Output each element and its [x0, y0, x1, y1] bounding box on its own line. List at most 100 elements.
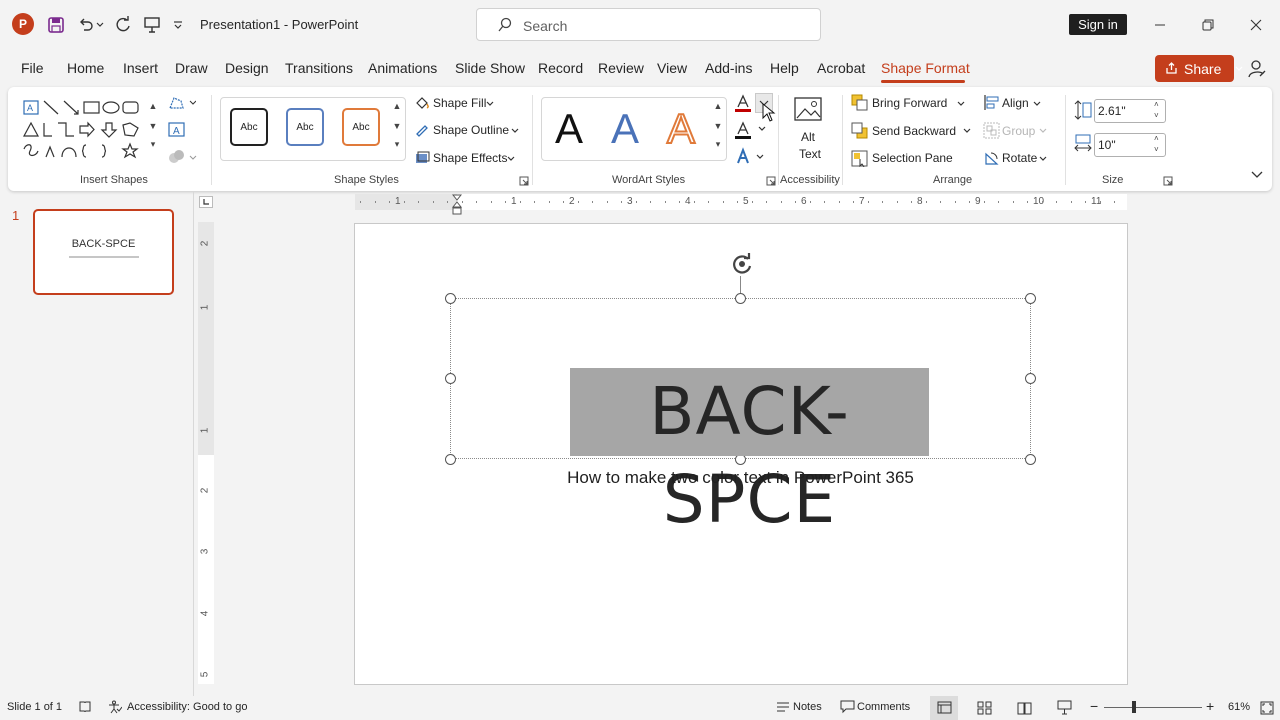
indent-marker-icon[interactable] — [452, 194, 462, 216]
bring-forward-icon[interactable] — [851, 94, 868, 111]
tab-home[interactable]: Home — [67, 60, 104, 76]
search-box[interactable]: Search — [476, 8, 821, 41]
rotate-chevron-down-icon[interactable] — [1039, 156, 1047, 162]
slide-subtitle-text[interactable]: How to make two color text in PowerPoint… — [450, 468, 1031, 488]
resize-handle-top-right[interactable] — [1025, 293, 1036, 304]
wordart-scroll[interactable]: ▲ ▼ ▾ — [711, 97, 725, 161]
height-spinner-icon[interactable]: ˄ ˅ — [1154, 99, 1159, 121]
selection-pane-button[interactable]: Selection Pane — [872, 151, 953, 165]
save-icon[interactable] — [44, 13, 68, 37]
notes-icon[interactable] — [776, 701, 790, 713]
tab-help[interactable]: Help — [770, 60, 799, 76]
redo-icon[interactable] — [111, 13, 135, 37]
selection-pane-icon[interactable] — [851, 150, 868, 167]
shape-fill-chevron-down-icon[interactable] — [486, 101, 494, 107]
rotate-handle-icon[interactable] — [729, 251, 755, 277]
shape-effects-button[interactable]: Shape Effects — [433, 151, 508, 165]
slide-thumbnail[interactable]: BACK-SPCE — [33, 209, 174, 295]
resize-handle-top[interactable] — [735, 293, 746, 304]
minimize-icon[interactable] — [1148, 13, 1172, 37]
present-from-beginning-icon[interactable] — [140, 13, 164, 37]
send-backward-button[interactable]: Send Backward — [872, 124, 956, 138]
tab-add-ins[interactable]: Add-ins — [705, 60, 752, 76]
notes-button[interactable]: Notes — [793, 701, 822, 713]
rotate-icon[interactable] — [983, 150, 1000, 167]
wordart-style-orange-outline[interactable]: A — [666, 104, 696, 153]
close-icon[interactable] — [1244, 13, 1268, 37]
tab-file[interactable]: File — [21, 60, 44, 76]
text-outline-icon[interactable] — [733, 120, 753, 140]
shape-effects-chevron-down-icon[interactable] — [507, 156, 515, 162]
tab-draw[interactable]: Draw — [175, 60, 208, 76]
slide-sorter-view-icon[interactable] — [977, 701, 992, 715]
normal-view-button[interactable] — [930, 696, 958, 720]
shape-effects-icon[interactable] — [414, 150, 430, 166]
spelling-check-icon[interactable] — [78, 700, 92, 714]
text-outline-chevron-down-icon[interactable] — [758, 126, 766, 132]
coauthor-icon[interactable] — [1247, 59, 1267, 79]
tab-shape-format[interactable]: Shape Format — [881, 60, 970, 76]
zoom-slider-thumb[interactable] — [1131, 701, 1136, 713]
share-chevron-down-icon[interactable] — [1235, 66, 1243, 72]
size-dialog-launcher-icon[interactable] — [1163, 176, 1173, 186]
shape-style-blue[interactable]: Abc — [286, 108, 324, 146]
wordart-style-black[interactable]: A — [555, 105, 583, 153]
shape-styles-scroll[interactable]: ▲ ▼ ▾ — [390, 97, 404, 161]
sign-in-button[interactable]: Sign in — [1069, 14, 1127, 35]
slide-title-text[interactable]: BACK-SPCE — [570, 368, 929, 538]
wordart-dialog-launcher-icon[interactable] — [766, 176, 776, 186]
align-icon[interactable] — [983, 94, 1000, 111]
align-button[interactable]: Align — [1002, 96, 1029, 110]
resize-handle-bottom-right[interactable] — [1025, 454, 1036, 465]
shape-style-orange[interactable]: Abc — [342, 108, 380, 146]
tab-transitions[interactable]: Transitions — [285, 60, 353, 76]
collapse-ribbon-chevron-down-icon[interactable] — [1251, 171, 1263, 179]
tab-acrobat[interactable]: Acrobat — [817, 60, 865, 76]
comments-icon[interactable] — [840, 700, 855, 714]
slide-show-view-icon[interactable] — [1057, 700, 1072, 715]
shape-outline-button[interactable]: Shape Outline — [433, 123, 509, 137]
resize-handle-bottom-left[interactable] — [445, 454, 456, 465]
shape-outline-icon[interactable] — [414, 122, 430, 138]
wordart-style-blue[interactable]: A — [611, 105, 639, 153]
fit-to-window-icon[interactable] — [1260, 701, 1274, 715]
merge-shapes-icon[interactable] — [168, 149, 198, 165]
width-spinner-icon[interactable]: ˄ ˅ — [1154, 133, 1159, 155]
align-chevron-down-icon[interactable] — [1033, 101, 1041, 107]
shape-fill-button[interactable]: Shape Fill — [433, 96, 486, 110]
tab-selector-icon[interactable] — [199, 196, 213, 208]
resize-handle-left[interactable] — [445, 373, 456, 384]
undo-dropdown-chevron-down-icon[interactable] — [93, 13, 107, 37]
alt-text-icon[interactable] — [793, 96, 825, 126]
slide-counter[interactable]: Slide 1 of 1 — [7, 701, 62, 713]
tab-review[interactable]: Review — [598, 60, 644, 76]
shape-style-black[interactable]: Abc — [230, 108, 268, 146]
accessibility-status[interactable]: Accessibility: Good to go — [127, 701, 247, 713]
restore-icon[interactable] — [1196, 13, 1220, 37]
zoom-out-icon[interactable]: − — [1090, 698, 1098, 714]
send-backward-icon[interactable] — [851, 122, 868, 139]
resize-handle-top-left[interactable] — [445, 293, 456, 304]
panel-divider[interactable] — [193, 192, 194, 696]
rotate-button[interactable]: Rotate — [1002, 151, 1037, 165]
shapes-gallery[interactable]: A — [22, 99, 152, 161]
share-button[interactable]: Share — [1155, 55, 1243, 82]
shape-styles-dialog-launcher-icon[interactable] — [519, 176, 529, 186]
send-backward-chevron-down-icon[interactable] — [963, 128, 971, 134]
tab-insert[interactable]: Insert — [123, 60, 158, 76]
shape-outline-chevron-down-icon[interactable] — [511, 128, 519, 134]
alt-text-label-line2[interactable]: Text — [799, 147, 821, 161]
shape-fill-icon[interactable] — [414, 95, 430, 111]
reading-view-icon[interactable] — [1017, 701, 1032, 715]
customize-toolbar-icon[interactable] — [170, 13, 186, 37]
edit-shape-icon[interactable] — [168, 95, 196, 111]
zoom-level[interactable]: 61% — [1228, 701, 1250, 713]
text-box-icon[interactable]: A — [168, 122, 186, 138]
comments-button[interactable]: Comments — [857, 701, 910, 713]
bring-forward-button[interactable]: Bring Forward — [872, 96, 947, 110]
zoom-in-icon[interactable]: + — [1206, 698, 1214, 714]
text-effects-icon[interactable] — [733, 147, 753, 167]
shapes-gallery-scroll[interactable]: ▲ ▼ ▾ — [146, 99, 160, 161]
accessibility-icon[interactable] — [108, 700, 122, 714]
tab-design[interactable]: Design — [225, 60, 269, 76]
